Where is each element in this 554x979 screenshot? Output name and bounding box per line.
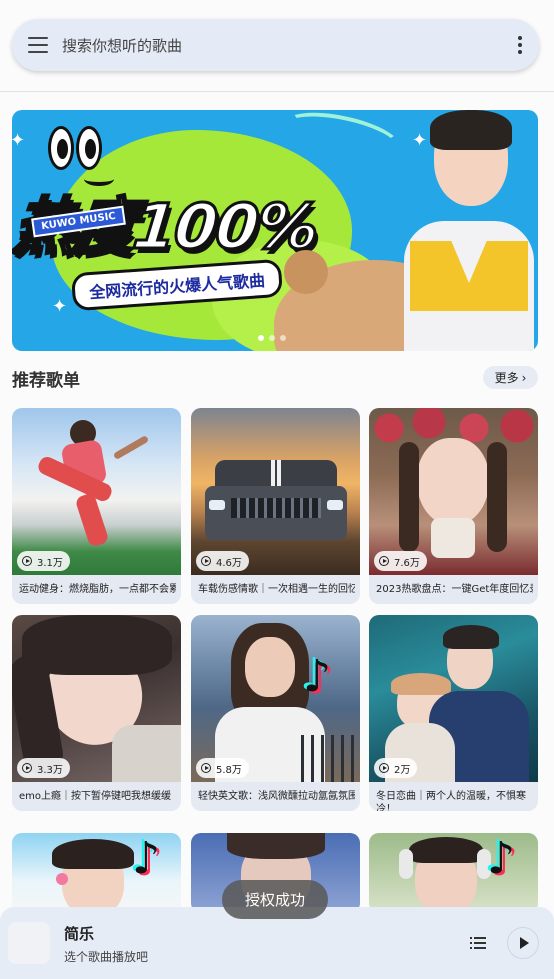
tiktok-logo-icon: ♪ bbox=[132, 833, 161, 884]
app-screen: 搜索你想听的歌曲 ✦ ✦ ✦ 热度100% KUWO MUSIC 全网流行的火爆… bbox=[0, 0, 554, 979]
play-count: 2万 bbox=[394, 764, 411, 776]
play-count-badge: 5.8万 bbox=[196, 758, 249, 778]
playlist-cover bbox=[191, 408, 360, 575]
play-button[interactable] bbox=[507, 927, 539, 959]
playlist-card[interactable]: ♪ 5.8万 轻快英文歌：浅风微醺拉动氲氤氛围 bbox=[191, 615, 360, 811]
playlist-card[interactable]: 3.3万 emo上瘾｜按下暂停键吧我想缓缓 bbox=[12, 615, 181, 811]
play-count: 7.6万 bbox=[394, 557, 420, 569]
play-count: 4.6万 bbox=[216, 557, 242, 569]
play-count-badge: 4.6万 bbox=[196, 551, 249, 571]
play-count-badge: 7.6万 bbox=[374, 551, 427, 571]
playlist-card[interactable]: ♪ bbox=[369, 833, 538, 913]
playlist-card[interactable]: 7.6万 2023热歌盘点：一键Get年度回忆录 bbox=[369, 408, 538, 604]
playlist-cover bbox=[12, 408, 181, 575]
playlist-icon[interactable] bbox=[470, 937, 486, 951]
eye-icon bbox=[76, 126, 102, 170]
playlist-title: 运动健身：燃烧脂肪，一点都不会累 bbox=[19, 584, 176, 595]
more-button[interactable]: 更多 › bbox=[483, 366, 538, 389]
chevron-right-icon: › bbox=[521, 370, 527, 385]
playlist-cover bbox=[191, 615, 360, 782]
eye-icon bbox=[48, 126, 74, 170]
playlist-title: emo上瘾｜按下暂停键吧我想缓缓 bbox=[19, 791, 172, 802]
album-cover[interactable] bbox=[8, 922, 50, 964]
play-circle-icon bbox=[201, 763, 211, 773]
play-count: 3.3万 bbox=[37, 764, 63, 776]
playlist-cover bbox=[369, 615, 538, 782]
tiktok-logo-icon: ♪ bbox=[487, 833, 516, 884]
playlist-title: 冬日恋曲｜两个人的温暖，不惧寒冷！ bbox=[376, 791, 526, 811]
play-circle-icon bbox=[201, 556, 211, 566]
playlist-title: 车载伤感情歌｜一次相遇一生的回忆 bbox=[198, 584, 355, 595]
playlist-title: 2023热歌盘点：一键Get年度回忆录 bbox=[376, 584, 533, 595]
playlist-card[interactable]: 3.1万 运动健身：燃烧脂肪，一点都不会累 bbox=[12, 408, 181, 604]
play-count: 3.1万 bbox=[37, 557, 63, 569]
play-count-badge: 2万 bbox=[374, 758, 418, 778]
toast-message: 授权成功 bbox=[222, 880, 328, 919]
search-bar[interactable]: 搜索你想听的歌曲 bbox=[12, 19, 539, 71]
divider bbox=[0, 91, 554, 92]
play-circle-icon bbox=[22, 556, 32, 566]
sparkle-icon: ✦ bbox=[12, 130, 26, 151]
search-input[interactable]: 搜索你想听的歌曲 bbox=[62, 35, 517, 56]
more-vert-icon[interactable] bbox=[517, 36, 523, 54]
tiktok-logo-icon: ♪ bbox=[303, 651, 332, 702]
playlist-card[interactable]: 2万 冬日恋曲｜两个人的温暖，不惧寒冷！ bbox=[369, 615, 538, 811]
playlist-card[interactable]: ♪ bbox=[12, 833, 181, 913]
sparkle-icon: ✦ bbox=[52, 296, 68, 317]
promo-banner[interactable]: ✦ ✦ ✦ 热度100% KUWO MUSIC 全网流行的火爆人气歌曲 bbox=[12, 110, 538, 351]
play-circle-icon bbox=[379, 763, 389, 773]
more-button-label: 更多 bbox=[494, 371, 519, 385]
playlist-cover bbox=[12, 615, 181, 782]
player-hint: 选个歌曲播放吧 bbox=[64, 950, 149, 964]
playlist-card[interactable]: 4.6万 车载伤感情歌｜一次相遇一生的回忆 bbox=[191, 408, 360, 604]
player-app-name: 简乐 bbox=[64, 925, 95, 943]
play-circle-icon bbox=[379, 556, 389, 566]
playlist-title: 轻快英文歌：浅风微醺拉动氲氤氛围 bbox=[198, 791, 355, 802]
play-count-badge: 3.1万 bbox=[17, 551, 70, 571]
playlist-cover bbox=[369, 408, 538, 575]
banner-person-image bbox=[404, 110, 534, 351]
play-circle-icon bbox=[22, 763, 32, 773]
banner-pagination bbox=[258, 335, 286, 341]
section-title: 推荐歌单 bbox=[12, 371, 80, 391]
play-count: 5.8万 bbox=[216, 764, 242, 776]
menu-icon[interactable] bbox=[28, 37, 48, 53]
play-count-badge: 3.3万 bbox=[17, 758, 70, 778]
